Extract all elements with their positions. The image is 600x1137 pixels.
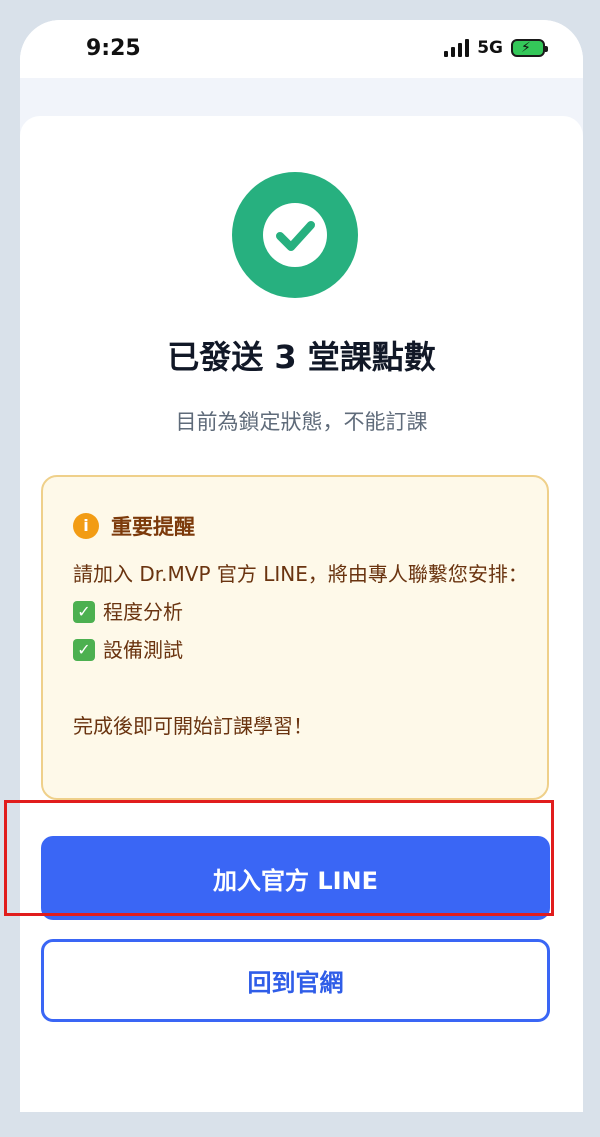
info-icon: i xyxy=(73,513,99,539)
check-badge xyxy=(263,203,327,267)
status-bar: 9:25 5G ⚡ xyxy=(20,20,583,78)
result-title: 已發送 3 堂課點數 xyxy=(167,338,436,376)
result-subtitle: 目前為鎖定狀態，不能訂課 xyxy=(175,410,428,434)
check-mark-icon xyxy=(276,221,315,251)
check-circle-icon xyxy=(232,172,358,298)
battery-charging-icon: ⚡ xyxy=(511,39,548,57)
highlight-box xyxy=(4,800,554,916)
phone-frame: 9:25 5G ⚡ 已發送 3 堂課點數 目前為鎖定狀態，不能訂課 i 重要提醒… xyxy=(0,0,600,1137)
checklist-item: ✓ 設備測試 xyxy=(73,631,533,669)
checkbox-icon: ✓ xyxy=(73,639,95,661)
bolt-icon: ⚡ xyxy=(521,40,531,56)
checklist-item: ✓ 程度分析 xyxy=(73,593,533,631)
screen: 9:25 5G ⚡ 已發送 3 堂課點數 目前為鎖定狀態，不能訂課 i 重要提醒… xyxy=(20,20,583,1112)
checklist-item-label: 設備測試 xyxy=(103,638,183,662)
status-indicators: 5G ⚡ xyxy=(444,38,548,58)
checkbox-icon: ✓ xyxy=(73,601,95,623)
status-time: 9:25 xyxy=(86,36,141,61)
checklist-item-label: 程度分析 xyxy=(103,600,183,624)
notice-instruction: 請加入 Dr.MVP 官方 LINE，將由專人聯繫您安排： xyxy=(73,562,528,586)
notice-body: 請加入 Dr.MVP 官方 LINE，將由專人聯繫您安排： ✓ 程度分析 ✓ 設… xyxy=(73,555,533,745)
notice-footer: 完成後即可開始訂課學習！ xyxy=(73,714,313,738)
notice-title: 重要提醒 xyxy=(111,515,195,539)
back-to-site-button[interactable]: 回到官網 xyxy=(41,939,550,1022)
important-notice: i 重要提醒 請加入 Dr.MVP 官方 LINE，將由專人聯繫您安排： ✓ 程… xyxy=(41,475,549,800)
signal-icon xyxy=(444,39,470,57)
notice-header: i 重要提醒 xyxy=(73,511,195,541)
network-label: 5G xyxy=(477,38,503,58)
